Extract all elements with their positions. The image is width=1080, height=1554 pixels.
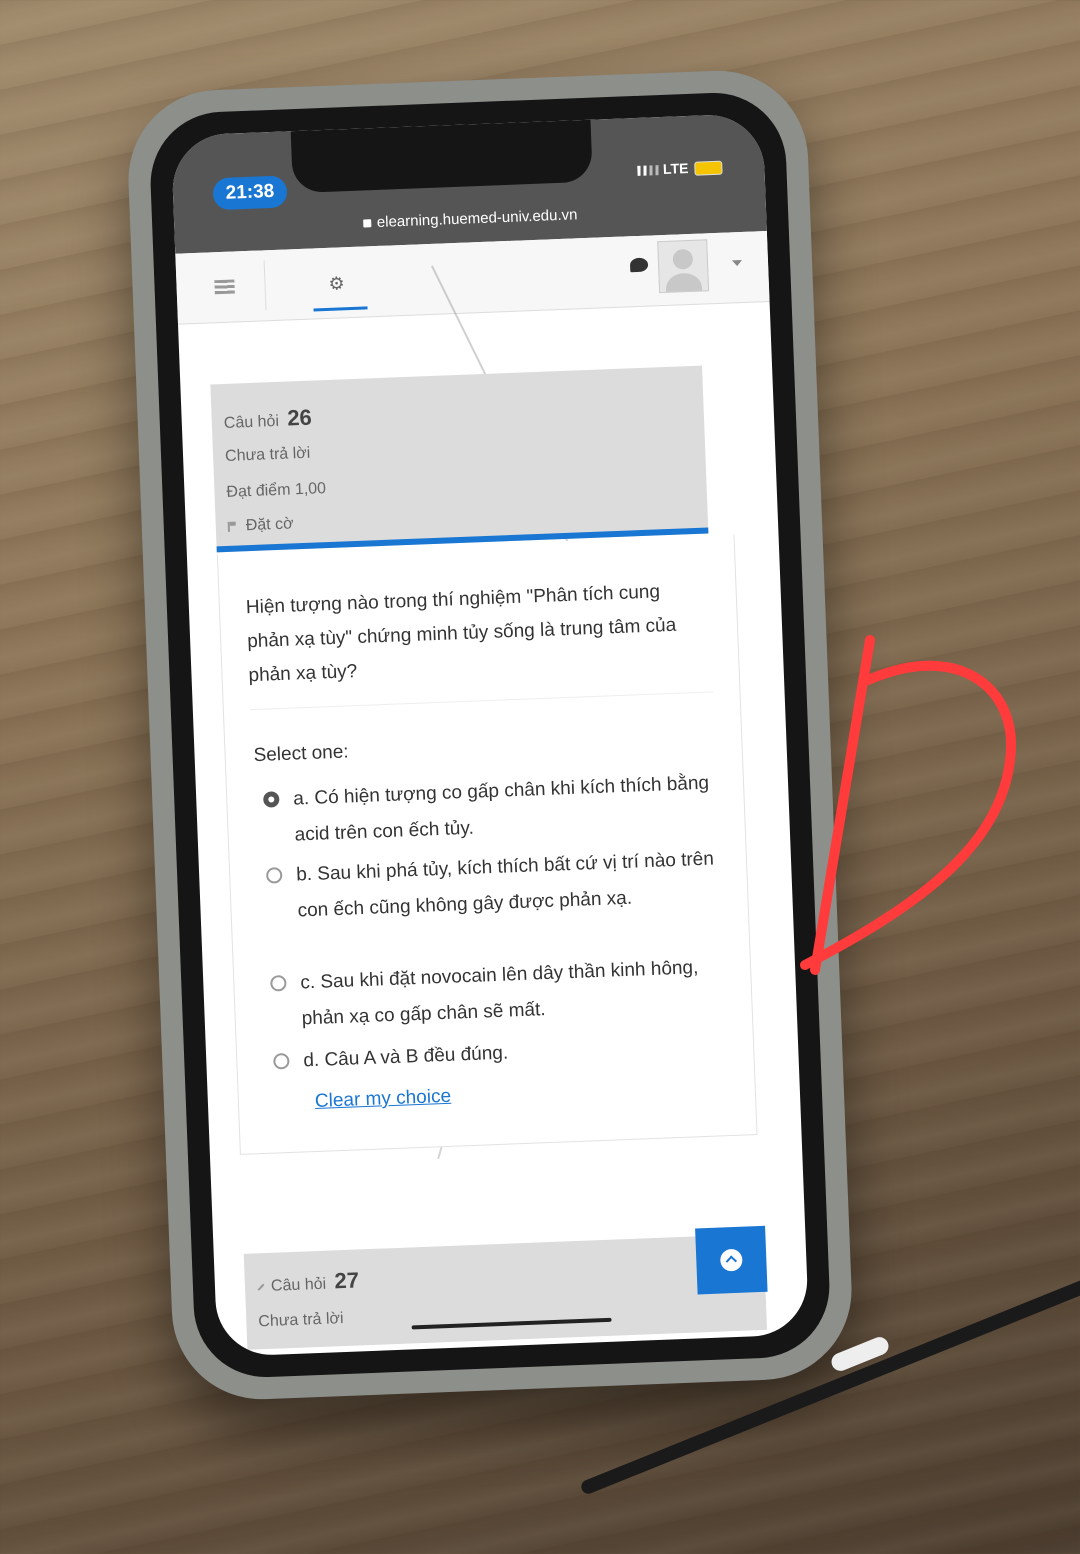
status-time: 21:38 — [212, 175, 288, 211]
answer-option-c[interactable]: c. Sau khi đặt novocain lên dây thần kin… — [270, 949, 742, 1039]
next-question-label: Câu hỏi — [270, 1275, 327, 1295]
radio-button[interactable] — [273, 1052, 290, 1070]
avatar[interactable] — [657, 239, 710, 294]
url-text: elearning.huemed-univ.edu.vn — [376, 206, 578, 231]
quiz-navigation-tab[interactable]: ⚙ — [311, 258, 368, 312]
lock-icon — [362, 219, 372, 228]
network-label: LTE — [662, 159, 689, 177]
next-question-status: Chưa trả lời — [258, 1310, 344, 1331]
radio-button-selected[interactable] — [263, 791, 280, 808]
chevron-up-icon — [719, 1248, 743, 1272]
flag-label: Đặt cờ — [245, 515, 294, 535]
annotation-stroke — [800, 635, 1017, 975]
next-question-number-value: 27 — [333, 1267, 360, 1294]
red-handwritten-annotation — [800, 635, 1017, 975]
status-bar: 21:38 LTE elearning.huemed-univ.edu.vn — [170, 113, 767, 254]
question-text: Hiện tượng nào trong thí nghiệm "Phân tí… — [245, 581, 677, 687]
question-info-box: Câu hỏi 26 Chưa trả lời Đạt điểm 1,00 Đặ… — [210, 365, 709, 553]
phone-screen: 21:38 LTE elearning.huemed-univ.edu.vn ⚙ — [170, 113, 810, 1357]
flag-icon — [227, 521, 239, 532]
answer-c-label: c. Sau khi đặt novocain lên dây thần kin… — [299, 957, 699, 1030]
divider — [249, 691, 714, 711]
radio-button[interactable] — [270, 975, 287, 992]
answer-a-label: a. Có hiện tượng co gấp chân khi kích th… — [292, 772, 710, 846]
answer-d-label: d. Câu A và B đều đúng. — [302, 1042, 509, 1072]
pencil-icon — [257, 1283, 265, 1291]
radio-button[interactable] — [265, 867, 283, 884]
question-status: Chưa trả lời — [224, 444, 311, 465]
question-number: Câu hỏi 26 — [223, 404, 313, 434]
nav-divider — [263, 260, 267, 311]
chat-icon[interactable] — [629, 257, 649, 273]
select-one-prompt: Select one: — [253, 741, 350, 767]
question-number-value: 26 — [286, 404, 313, 431]
question-marks: Đạt điểm 1,00 — [226, 480, 327, 501]
clear-my-choice-link[interactable]: Clear my choice — [315, 1086, 452, 1113]
phone-body: 21:38 LTE elearning.huemed-univ.edu.vn ⚙ — [147, 90, 833, 1380]
flag-question-link[interactable]: Đặt cờ — [227, 515, 294, 536]
next-question-info-box: Câu hỏi 27 Chưa trả lời — [243, 1225, 768, 1350]
status-indicators: LTE — [636, 159, 723, 179]
hamburger-icon[interactable] — [214, 279, 235, 295]
phone-case: 21:38 LTE elearning.huemed-univ.edu.vn ⚙ — [125, 67, 855, 1403]
notch — [290, 119, 593, 194]
gears-icon: ⚙ — [328, 273, 346, 294]
battery-icon — [694, 160, 723, 177]
signal-icon — [636, 165, 660, 177]
question-label: Câu hỏi — [223, 412, 280, 432]
next-question-number: Câu hỏi 27 — [256, 1267, 359, 1297]
answer-option-b[interactable]: b. Sau khi phá tủy, kích thích bất cứ vị… — [265, 841, 738, 931]
question-card: Hiện tượng nào trong thí nghiệm "Phân tí… — [216, 534, 758, 1155]
back-to-top-button[interactable] — [695, 1225, 768, 1295]
answer-option-a[interactable]: a. Có hiện tượng co gấp chân khi kích th… — [263, 765, 735, 855]
answer-b-label: b. Sau khi phá tủy, kích thích bất cứ vị… — [295, 848, 715, 922]
caret-icon[interactable] — [731, 259, 743, 267]
